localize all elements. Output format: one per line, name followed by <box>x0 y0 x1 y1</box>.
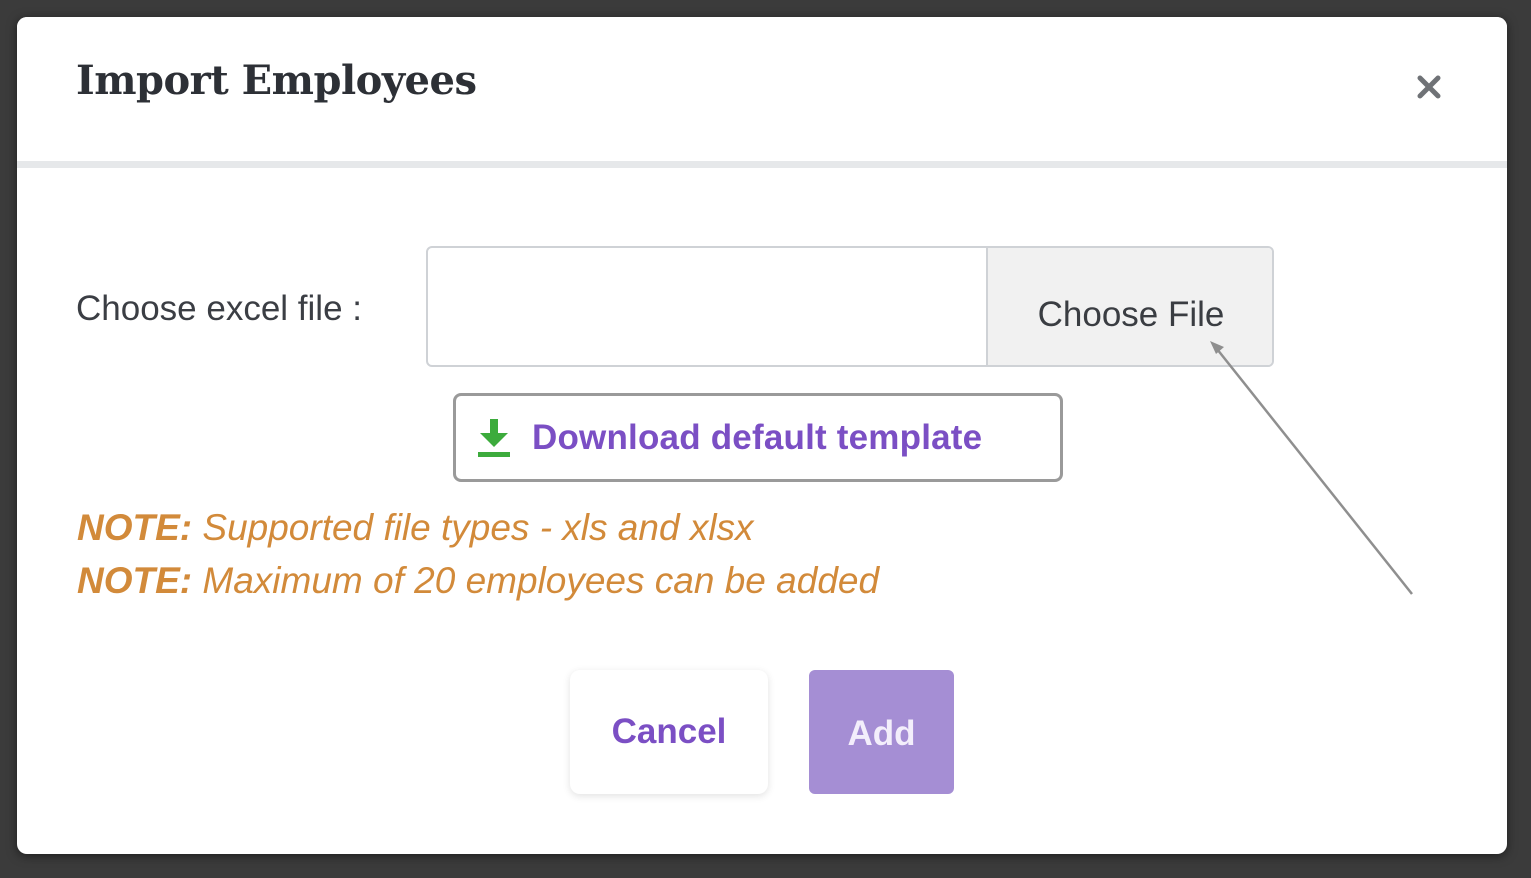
note-file-types: NOTE: Supported file types - xls and xls… <box>77 507 754 549</box>
note-prefix: NOTE: <box>77 560 193 601</box>
modal-title: Import Employees <box>76 57 477 104</box>
download-template-link[interactable]: Download default template <box>453 393 1063 482</box>
import-employees-dialog: Import Employees Choose excel file : Cho… <box>17 17 1507 854</box>
note-text: Maximum of 20 employees can be added <box>192 560 880 601</box>
download-icon <box>478 418 510 457</box>
file-input[interactable]: Choose File <box>426 246 1274 367</box>
modal-header: Import Employees <box>17 17 1507 168</box>
close-icon <box>1417 75 1441 99</box>
add-button[interactable]: Add <box>809 670 954 794</box>
note-text: Supported file types - xls and xlsx <box>192 507 754 548</box>
note-prefix: NOTE: <box>77 507 193 548</box>
choose-file-button[interactable]: Choose File <box>986 248 1272 365</box>
file-name-field[interactable] <box>428 248 986 365</box>
download-template-label: Download default template <box>532 417 983 457</box>
close-button[interactable] <box>1407 65 1451 109</box>
cancel-button[interactable]: Cancel <box>570 670 768 794</box>
note-max-employees: NOTE: Maximum of 20 employees can be add… <box>77 560 879 602</box>
choose-file-label: Choose excel file : <box>76 289 362 328</box>
